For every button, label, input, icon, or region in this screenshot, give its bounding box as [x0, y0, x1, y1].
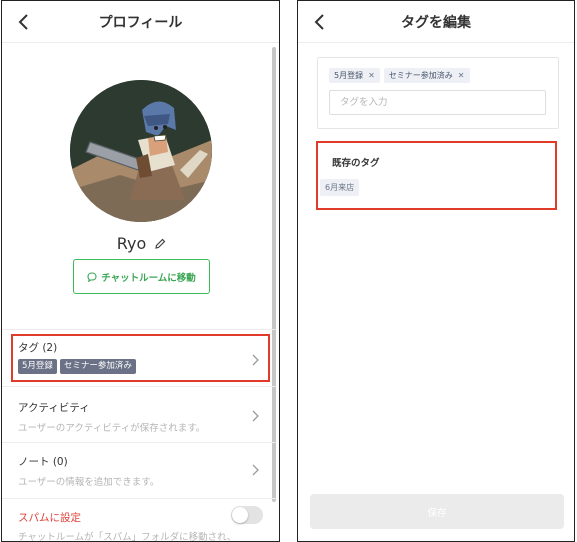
spam-section: スパムに設定 チャットルームが「スパム」フォルダに移動され、 [2, 500, 277, 542]
existing-tags-title: 既存のタグ [332, 158, 380, 169]
selected-tag-chip: 5月登録 ✕ [329, 68, 380, 83]
chevron-right-icon [252, 410, 259, 422]
activity-section[interactable]: アクティビティ ユーザーのアクティビティが保存されます。 [2, 388, 277, 443]
existing-tags-highlight-box [316, 141, 557, 210]
chat-button-label: チャットルームに移動 [101, 272, 196, 284]
chip-label: 5月登録 [334, 71, 364, 80]
pencil-edit-icon[interactable] [154, 238, 166, 250]
edit-tags-header: タグを編集 [298, 1, 574, 43]
tag-badge: セミナー参加済み [59, 359, 136, 374]
chevron-right-icon [252, 464, 259, 476]
spam-section-title: スパムに設定 [18, 512, 81, 524]
activity-section-subtitle: ユーザーのアクティビティが保存されます。 [18, 423, 206, 434]
tag-editor: 5月登録 ✕ セミナー参加済み ✕ [317, 57, 559, 129]
avatar-illustration-icon [70, 80, 212, 222]
tag-input[interactable] [329, 90, 546, 115]
spam-section-subtitle: チャットルームが「スパム」フォルダに移動され、 [18, 532, 237, 542]
page-title: プロフィール [98, 15, 183, 31]
tags-section-title: タグ (2) [18, 342, 58, 354]
chat-bubble-icon [87, 271, 97, 282]
page-title: タグを編集 [401, 15, 471, 31]
tags-section[interactable]: タグ (2) 5月登録 セミナー参加済み [2, 329, 277, 387]
edit-tags-screen: タグを編集 5月登録 ✕ セミナー参加済み ✕ 既存のタグ 6月来店 保存 [297, 0, 575, 542]
avatar [70, 80, 212, 222]
user-name-row: Ryo [2, 234, 279, 253]
user-name: Ryo [116, 234, 147, 253]
profile-screen: プロフィール Ryo チャットルームに移動 タグ (2) 5月登録 セミナー参加… [1, 0, 280, 542]
chevron-right-icon [252, 354, 259, 366]
chip-label: セミナー参加済み [388, 71, 453, 80]
selected-tag-chip: セミナー参加済み ✕ [383, 68, 470, 83]
selected-tag-list: 5月登録 ✕ セミナー参加済み ✕ [329, 68, 470, 83]
remove-tag-icon[interactable]: ✕ [368, 70, 375, 81]
go-to-chatroom-button[interactable]: チャットルームに移動 [73, 259, 210, 294]
profile-header: プロフィール [2, 1, 279, 43]
note-section[interactable]: ノート (0) ユーザーの情報を追加できます。 [2, 444, 277, 499]
tag-list: 5月登録 セミナー参加済み [18, 359, 136, 374]
spam-toggle[interactable] [231, 506, 263, 524]
note-section-subtitle: ユーザーの情報を追加できます。 [18, 477, 160, 488]
activity-section-title: アクティビティ [18, 402, 90, 414]
tag-badge: 5月登録 [18, 359, 57, 374]
save-button[interactable]: 保存 [310, 494, 564, 529]
note-section-title: ノート (0) [18, 456, 68, 468]
existing-tag-chip[interactable]: 6月来店 [320, 179, 360, 196]
remove-tag-icon[interactable]: ✕ [458, 70, 465, 81]
